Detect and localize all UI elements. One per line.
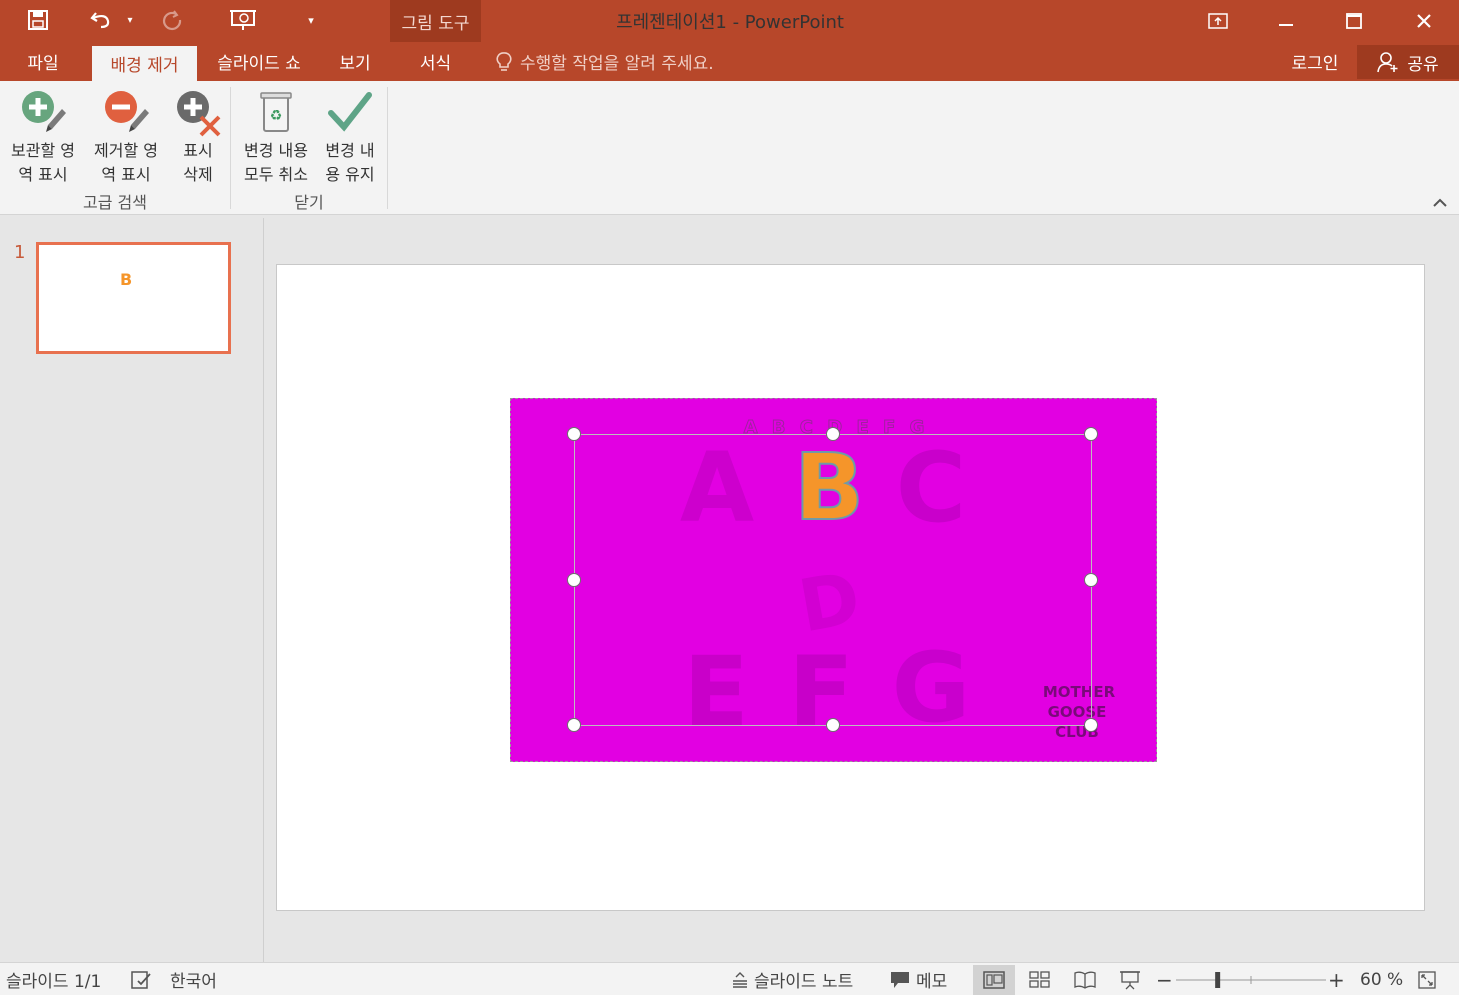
reading-view-icon[interactable] <box>1064 965 1106 995</box>
zoom-slider[interactable] <box>1176 969 1326 991</box>
language-indicator[interactable]: 한국어 <box>170 963 217 995</box>
ribbon: 보관할 영 역 표시 제거할 영 역 표시 표시 삭제 ♻ 변경 내용 모두 취… <box>0 81 1459 215</box>
customize-qat-icon[interactable]: ▾ <box>302 4 320 36</box>
signin-link[interactable]: 로그인 <box>1278 42 1352 81</box>
share-label: 공유 <box>1407 54 1439 75</box>
lightbulb-icon <box>496 51 512 71</box>
minimize-icon[interactable] <box>1252 0 1320 42</box>
tab-view[interactable]: 보기 <box>322 42 388 81</box>
close-icon[interactable] <box>1390 0 1458 42</box>
mark-keep-button[interactable]: 보관할 영 역 표시 <box>2 87 84 187</box>
add-person-icon <box>1377 52 1398 73</box>
delete-mark-icon <box>177 91 221 137</box>
group-separator <box>387 87 388 209</box>
thumbnail-preview: B <box>120 270 133 289</box>
picture-tools-label: 그림 도구 <box>401 13 470 34</box>
normal-view-icon[interactable] <box>973 965 1015 995</box>
resize-handle-bottom[interactable] <box>826 718 840 732</box>
redo-icon[interactable] <box>158 4 188 36</box>
spellcheck-icon[interactable] <box>130 963 152 995</box>
discard-changes-icon: ♻ <box>260 92 292 132</box>
zoom-in-icon[interactable]: + <box>1328 963 1345 995</box>
comments-label: 메모 <box>916 972 948 992</box>
slide-number: 1 <box>14 242 26 263</box>
undo-icon[interactable] <box>86 4 118 36</box>
tab-slideshow[interactable]: 슬라이드 쇼 <box>200 42 318 81</box>
keep-changes-icon <box>328 92 372 132</box>
resize-handle-top-left[interactable] <box>567 427 581 441</box>
resize-handle-top[interactable] <box>826 427 840 441</box>
mark-keep-label: 보관할 영 역 표시 <box>11 141 75 184</box>
group-label-close: 닫기 <box>294 193 324 212</box>
discard-changes-button[interactable]: ♻ 변경 내용 모두 취소 <box>235 87 317 187</box>
save-icon[interactable] <box>22 4 54 36</box>
notes-button[interactable]: 슬라이드 노트 <box>732 963 853 995</box>
resize-handle-bottom-right[interactable] <box>1084 718 1098 732</box>
resize-handle-top-right[interactable] <box>1084 427 1098 441</box>
ribbon-tab-row: 파일 배경 제거 슬라이드 쇼 보기 서식 <box>0 42 1459 81</box>
mark-remove-icon <box>105 91 149 132</box>
delete-mark-button[interactable]: 표시 삭제 <box>170 87 226 187</box>
ribbon-display-options-icon[interactable] <box>1184 0 1252 42</box>
keep-changes-button[interactable]: 변경 내 용 유지 <box>318 87 382 187</box>
svg-text:♻: ♻ <box>270 108 283 124</box>
comments-button[interactable]: 메모 <box>890 963 947 995</box>
tab-format[interactable]: 서식 <box>390 42 481 81</box>
tab-file[interactable]: 파일 <box>10 42 76 81</box>
tab-background-removal[interactable]: 배경 제거 <box>92 46 197 81</box>
resize-handle-bottom-left[interactable] <box>567 718 581 732</box>
tell-me-placeholder: 수행할 작업을 알려 주세요. <box>520 54 714 74</box>
discard-changes-label: 변경 내용 모두 취소 <box>244 141 308 184</box>
tell-me-box[interactable]: 수행할 작업을 알려 주세요. <box>496 42 714 81</box>
undo-dropdown-icon[interactable]: ▾ <box>120 4 140 36</box>
zoom-out-icon[interactable]: − <box>1156 963 1173 995</box>
resize-handle-right[interactable] <box>1084 573 1098 587</box>
pane-divider[interactable] <box>263 218 264 962</box>
collapse-ribbon-icon[interactable] <box>1430 195 1450 211</box>
keep-changes-label: 변경 내 용 유지 <box>325 141 375 184</box>
notes-label: 슬라이드 노트 <box>754 972 854 992</box>
zoom-slider-thumb[interactable] <box>1215 972 1221 988</box>
slide-sorter-view-icon[interactable] <box>1019 965 1061 995</box>
group-label-refine: 고급 검색 <box>83 193 147 212</box>
mark-remove-label: 제거할 영 역 표시 <box>94 141 158 184</box>
slide-thumbnail[interactable] <box>36 242 231 354</box>
mark-keep-icon <box>22 91 66 132</box>
mark-remove-button[interactable]: 제거할 영 역 표시 <box>85 87 167 187</box>
slideshow-start-icon[interactable] <box>226 4 260 36</box>
zoom-level[interactable]: 60 % <box>1360 963 1403 995</box>
maximize-icon[interactable] <box>1320 0 1388 42</box>
fit-to-window-icon[interactable] <box>1418 963 1436 995</box>
resize-handle-left[interactable] <box>567 573 581 587</box>
document-title: 프레젠테이션1 - PowerPoint <box>616 12 844 33</box>
keep-area-selection[interactable] <box>574 434 1092 726</box>
slideshow-view-icon[interactable] <box>1109 965 1151 995</box>
slide-count: 슬라이드 1/1 <box>6 972 102 992</box>
comment-icon <box>891 971 909 988</box>
delete-mark-label: 표시 삭제 <box>183 141 213 184</box>
notes-icon <box>733 971 747 988</box>
share-button[interactable]: 공유 <box>1357 45 1459 79</box>
status-bar: 슬라이드 1/1 한국어 슬라이드 노트 메모 − + 60 % <box>0 962 1459 995</box>
